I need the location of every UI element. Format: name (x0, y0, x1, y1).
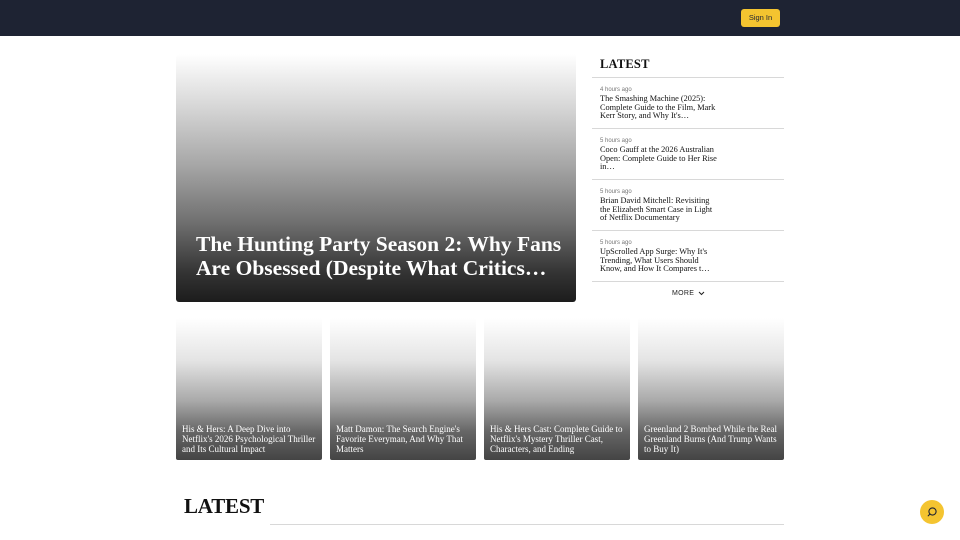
article-timestamp: 5 hours ago (600, 240, 632, 246)
card-title[interactable]: His & Hers: A Deep Dive into Netflix's 2… (182, 424, 320, 454)
article-card[interactable]: Greenland 2 Bombed While the Real Greenl… (638, 318, 784, 460)
chevron-down-icon (699, 291, 705, 296)
top-navigation-bar: Sign In (0, 0, 960, 36)
more-button[interactable]: MORE (672, 290, 705, 297)
article-timestamp: 5 hours ago (600, 138, 632, 144)
article-title-link[interactable]: Brian David Mitchell: Revisiting the Eli… (600, 197, 718, 223)
article-card[interactable]: His & Hers: A Deep Dive into Netflix's 2… (176, 318, 322, 460)
section-divider (270, 524, 784, 525)
chat-icon (927, 507, 937, 517)
sign-in-button[interactable]: Sign In (741, 9, 780, 27)
article-card[interactable]: His & Hers Cast: Complete Guide to Netfl… (484, 318, 630, 460)
article-timestamp: 5 hours ago (600, 189, 632, 195)
article-title-link[interactable]: UpScrolled App Surge: Why It's Trending,… (600, 248, 718, 274)
article-title-link[interactable]: The Smashing Machine (2025): Complete Gu… (600, 95, 718, 121)
card-title[interactable]: His & Hers Cast: Complete Guide to Netfl… (490, 424, 628, 454)
sidebar-article[interactable]: 5 hours ago Brian David Mitchell: Revisi… (592, 180, 784, 231)
latest-section-heading: LATEST (184, 494, 265, 518)
latest-sidebar: LATEST 4 hours ago The Smashing Machine … (592, 54, 784, 282)
sidebar-heading: LATEST (592, 54, 784, 78)
article-title-link[interactable]: Coco Gauff at the 2026 Australian Open: … (600, 146, 718, 172)
hero-article-title[interactable]: The Hunting Party Season 2: Why Fans Are… (196, 232, 566, 280)
sidebar-article[interactable]: 4 hours ago The Smashing Machine (2025):… (592, 78, 784, 129)
article-card[interactable]: Matt Damon: The Search Engine's Favorite… (330, 318, 476, 460)
more-label: MORE (672, 290, 695, 297)
card-title[interactable]: Matt Damon: The Search Engine's Favorite… (336, 424, 474, 454)
sidebar-article[interactable]: 5 hours ago UpScrolled App Surge: Why It… (592, 231, 784, 282)
featured-cards-row: His & Hers: A Deep Dive into Netflix's 2… (176, 318, 784, 460)
chat-button[interactable] (920, 500, 944, 524)
sidebar-article[interactable]: 5 hours ago Coco Gauff at the 2026 Austr… (592, 129, 784, 180)
article-timestamp: 4 hours ago (600, 87, 632, 93)
hero-featured-article[interactable]: The Hunting Party Season 2: Why Fans Are… (176, 54, 576, 302)
card-title[interactable]: Greenland 2 Bombed While the Real Greenl… (644, 424, 782, 454)
